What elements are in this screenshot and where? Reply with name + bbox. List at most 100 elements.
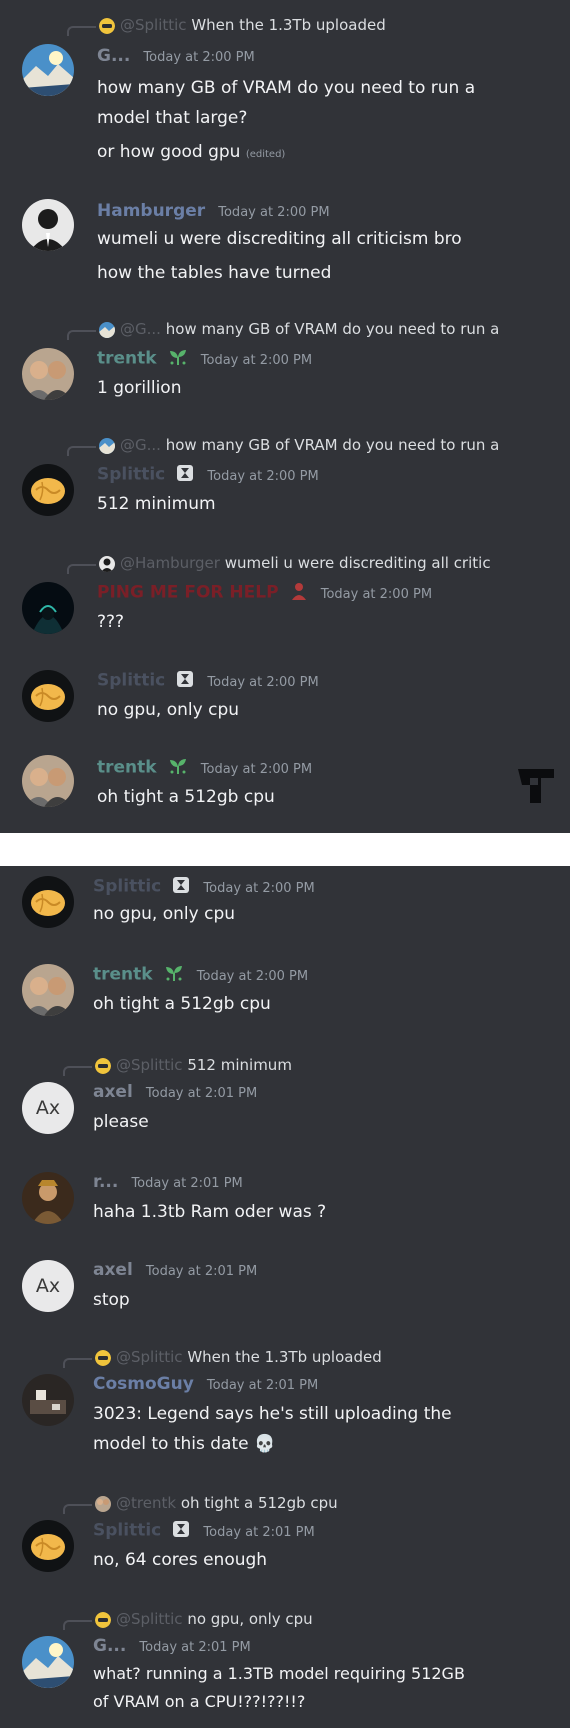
- people-avatar[interactable]: [22, 755, 74, 807]
- message-text: oh tight a 512gb cpu: [93, 994, 271, 1014]
- message: Splittic Today at 2:00 PM no gpu, only c…: [0, 876, 570, 936]
- message-text: no, 64 cores enough: [93, 1550, 268, 1570]
- timestamp: Today at 2:00 PM: [196, 968, 309, 984]
- username[interactable]: Hamburger: [97, 201, 205, 221]
- message: Splittic Today at 2:00 PM no gpu, only c…: [0, 670, 570, 730]
- timestamp: Today at 2:00 PM: [218, 205, 330, 220]
- reply-spine: [67, 446, 96, 456]
- message-header: axel Today at 2:01 PM: [93, 1260, 257, 1284]
- username[interactable]: G...: [93, 1636, 126, 1656]
- reply-text: @Hamburger wumeli u were discrediting al…: [120, 554, 491, 572]
- username[interactable]: Splittic: [93, 1521, 161, 1541]
- chat-panel-2: Splittic Today at 2:00 PM no gpu, only c…: [0, 866, 570, 1728]
- people-avatar[interactable]: [22, 964, 74, 1016]
- message-header: r... Today at 2:01 PM: [93, 1172, 243, 1196]
- message: Hamburger Today at 2:00 PM wumeli u were…: [0, 195, 570, 285]
- hacker-avatar[interactable]: [22, 582, 74, 634]
- reply-preview[interactable]: @G... how many GB of VRAM do you need to…: [67, 436, 562, 456]
- message-text: no gpu, only cpu: [97, 700, 240, 720]
- username[interactable]: PING ME FOR HELP: [97, 583, 279, 603]
- reply-preview[interactable]: @Splittic When the 1.3Tb uploaded: [63, 1348, 558, 1368]
- timestamp: Today at 2:00 PM: [207, 468, 319, 484]
- chat-panel-1: @Splittic When the 1.3Tb uploaded G... T…: [0, 0, 570, 833]
- message-text: model that large?: [97, 108, 248, 128]
- reply-avatar-icon: [95, 1612, 111, 1628]
- timestamp: Today at 2:00 PM: [200, 352, 313, 368]
- timestamp: Today at 2:01 PM: [139, 1640, 251, 1655]
- avatar-initials: Ax: [35, 1275, 61, 1297]
- reply-preview[interactable]: @Splittic When the 1.3Tb uploaded: [67, 16, 562, 36]
- message: @Splittic no gpu, only cpu G... Today at…: [0, 1608, 570, 1726]
- brain-avatar[interactable]: [22, 464, 74, 516]
- person-icon: [290, 582, 308, 604]
- brain-avatar[interactable]: [22, 1520, 74, 1572]
- message-text: or how good gpu (edited): [97, 142, 286, 162]
- landscape-avatar[interactable]: [22, 1636, 74, 1688]
- message-text: please: [93, 1112, 149, 1132]
- message-header: G... Today at 2:00 PM: [97, 46, 255, 70]
- reply-spine: [67, 26, 96, 36]
- username[interactable]: Splittic: [97, 671, 165, 691]
- message: @Splittic When the 1.3Tb uploaded G... T…: [0, 10, 570, 162]
- brain-avatar[interactable]: [22, 876, 74, 928]
- reply-avatar-icon: [99, 438, 115, 454]
- message: @Hamburger wumeli u were discrediting al…: [0, 552, 570, 642]
- username[interactable]: Splittic: [93, 877, 161, 897]
- message: @Splittic When the 1.3Tb uploaded CosmoG…: [0, 1346, 570, 1466]
- username[interactable]: G...: [97, 46, 130, 66]
- username[interactable]: trentk: [97, 758, 157, 778]
- avatar-initials: Ax: [35, 1097, 61, 1119]
- warrior-avatar[interactable]: [22, 1172, 74, 1224]
- hourglass-icon: [172, 1520, 190, 1542]
- username[interactable]: Splittic: [97, 465, 165, 485]
- message: Ax axel Today at 2:01 PM stop: [0, 1260, 570, 1320]
- message-header: CosmoGuy Today at 2:01 PM: [93, 1374, 318, 1398]
- username[interactable]: axel: [93, 1260, 133, 1280]
- reply-spine: [63, 1620, 92, 1630]
- message-text: how many GB of VRAM do you need to run a: [97, 78, 476, 98]
- message-text: how the tables have turned: [97, 263, 332, 283]
- username[interactable]: axel: [93, 1082, 133, 1102]
- username[interactable]: trentk: [93, 965, 153, 985]
- reply-avatar-icon: [95, 1496, 111, 1512]
- username[interactable]: trentk: [97, 349, 157, 369]
- reply-avatar-icon: [95, 1350, 111, 1366]
- reply-spine: [63, 1504, 92, 1514]
- reply-preview[interactable]: @G... how many GB of VRAM do you need to…: [67, 320, 562, 340]
- suit-avatar[interactable]: [22, 199, 74, 251]
- timestamp: Today at 2:00 PM: [200, 761, 313, 777]
- message-text: no gpu, only cpu: [93, 904, 236, 924]
- message-header: Splittic Today at 2:00 PM: [97, 670, 319, 694]
- reply-text: @Splittic When the 1.3Tb uploaded: [116, 1348, 382, 1366]
- initials-avatar[interactable]: Ax: [22, 1260, 74, 1312]
- message-text: 1 gorillion: [97, 378, 182, 398]
- message-text: haha 1.3tb Ram oder was ?: [93, 1202, 327, 1222]
- message-header: Hamburger Today at 2:00 PM: [97, 201, 330, 225]
- reply-avatar-icon: [99, 18, 115, 34]
- initials-avatar[interactable]: Ax: [22, 1082, 74, 1134]
- room-avatar[interactable]: [22, 1374, 74, 1426]
- reply-spine: [63, 1066, 92, 1076]
- message-header: axel Today at 2:01 PM: [93, 1082, 257, 1106]
- sprout-icon: [168, 757, 188, 779]
- timestamp: Today at 2:01 PM: [206, 1378, 319, 1393]
- username[interactable]: CosmoGuy: [93, 1374, 194, 1394]
- reply-text: @Splittic When the 1.3Tb uploaded: [120, 16, 386, 34]
- reply-avatar-icon: [95, 1058, 111, 1074]
- brain-avatar[interactable]: [22, 670, 74, 722]
- hourglass-icon: [172, 876, 190, 898]
- people-avatar[interactable]: [22, 348, 74, 400]
- reply-spine: [67, 330, 96, 340]
- message: r... Today at 2:01 PM haha 1.3tb Ram ode…: [0, 1172, 570, 1232]
- username[interactable]: r...: [93, 1172, 118, 1192]
- reply-preview[interactable]: @Hamburger wumeli u were discrediting al…: [67, 554, 562, 574]
- reply-avatar-icon: [99, 322, 115, 338]
- reply-preview[interactable]: @trentk oh tight a 512gb cpu: [63, 1494, 558, 1514]
- reply-preview[interactable]: @Splittic no gpu, only cpu: [63, 1610, 558, 1630]
- message: @Splittic 512 minimum Ax axel Today at 2…: [0, 1054, 570, 1144]
- message-header: trentk Today at 2:00 PM: [97, 348, 312, 372]
- reply-preview[interactable]: @Splittic 512 minimum: [63, 1056, 558, 1076]
- message: @trentk oh tight a 512gb cpu Splittic To…: [0, 1492, 570, 1582]
- message: @G... how many GB of VRAM do you need to…: [0, 318, 570, 408]
- landscape-avatar[interactable]: [22, 44, 74, 96]
